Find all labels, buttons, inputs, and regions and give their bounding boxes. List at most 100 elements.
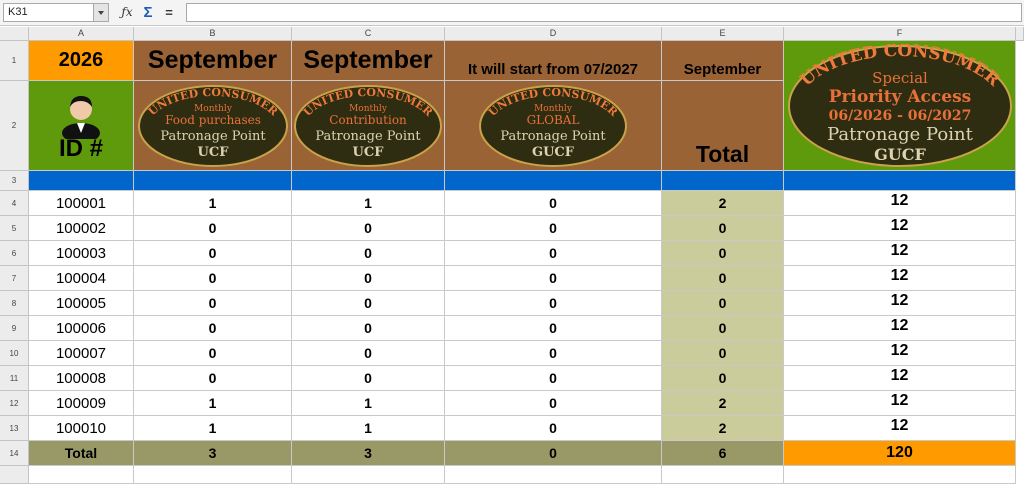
priority-points-cell[interactable]: 12: [784, 416, 1016, 441]
separator-cell[interactable]: [134, 171, 292, 191]
empty-cell[interactable]: [29, 466, 134, 484]
row-header-4[interactable]: 4: [0, 191, 29, 216]
food-points-cell[interactable]: 0: [134, 316, 292, 341]
id-cell[interactable]: 100005: [29, 291, 134, 316]
total-points-cell[interactable]: 0: [662, 266, 784, 291]
row-header-8[interactable]: 8: [0, 291, 29, 316]
total-points-cell[interactable]: 0: [662, 316, 784, 341]
global-points-cell[interactable]: 0: [445, 191, 662, 216]
id-cell[interactable]: 100007: [29, 341, 134, 366]
id-cell[interactable]: 100004: [29, 266, 134, 291]
total-food-points[interactable]: 3: [134, 441, 292, 466]
food-points-cell[interactable]: 0: [134, 366, 292, 391]
column-header-c[interactable]: C: [292, 27, 445, 41]
start-note-cell[interactable]: It will start from 07/2027: [445, 41, 662, 81]
separator-cell[interactable]: [29, 171, 134, 191]
empty-cell[interactable]: [134, 466, 292, 484]
global-points-cell[interactable]: 0: [445, 266, 662, 291]
total-row-label[interactable]: Total: [29, 441, 134, 466]
priority-points-cell[interactable]: 12: [784, 391, 1016, 416]
grand-total-points[interactable]: 6: [662, 441, 784, 466]
separator-cell[interactable]: [662, 171, 784, 191]
row-header-14[interactable]: 14: [0, 441, 29, 466]
total-contribution-points[interactable]: 3: [292, 441, 445, 466]
formula-button[interactable]: =: [159, 3, 179, 22]
contribution-points-cell[interactable]: 1: [292, 191, 445, 216]
priority-points-cell[interactable]: 12: [784, 291, 1016, 316]
row-header-2[interactable]: 2: [0, 81, 29, 171]
column-header-e[interactable]: E: [662, 27, 784, 41]
total-global-points[interactable]: 0: [445, 441, 662, 466]
sum-icon[interactable]: Σ: [138, 3, 158, 22]
name-box[interactable]: K31: [3, 3, 109, 22]
priority-access-cell[interactable]: UNITED CONSUMER Special Priority Access 06/…: [784, 41, 1016, 171]
total-points-cell[interactable]: 0: [662, 241, 784, 266]
total-points-cell[interactable]: 0: [662, 341, 784, 366]
priority-points-cell[interactable]: 12: [784, 216, 1016, 241]
id-cell[interactable]: 100006: [29, 316, 134, 341]
id-cell[interactable]: 100009: [29, 391, 134, 416]
separator-cell[interactable]: [292, 171, 445, 191]
food-points-cell[interactable]: 0: [134, 341, 292, 366]
food-points-cell[interactable]: 1: [134, 391, 292, 416]
food-points-cell[interactable]: 0: [134, 291, 292, 316]
priority-points-cell[interactable]: 12: [784, 341, 1016, 366]
row-header-next[interactable]: [0, 466, 29, 484]
total-points-cell[interactable]: 2: [662, 391, 784, 416]
column-header-f[interactable]: F: [784, 27, 1016, 41]
food-points-cell[interactable]: 0: [134, 241, 292, 266]
row-header-11[interactable]: 11: [0, 366, 29, 391]
total-header-cell[interactable]: Total: [662, 81, 784, 171]
global-points-cell[interactable]: 0: [445, 291, 662, 316]
row-header-1[interactable]: 1: [0, 41, 29, 81]
contribution-points-cell[interactable]: 1: [292, 391, 445, 416]
contribution-points-cell[interactable]: 0: [292, 316, 445, 341]
id-cell[interactable]: 100002: [29, 216, 134, 241]
id-cell[interactable]: 100008: [29, 366, 134, 391]
global-points-cell[interactable]: 0: [445, 316, 662, 341]
priority-points-cell[interactable]: 12: [784, 366, 1016, 391]
column-header-b[interactable]: B: [134, 27, 292, 41]
empty-cell[interactable]: [445, 466, 662, 484]
priority-points-cell[interactable]: 12: [784, 191, 1016, 216]
column-header-a[interactable]: A: [29, 27, 134, 41]
global-badge-cell[interactable]: UNITED CONSUMER Monthly GLOBAL Patronage Po…: [445, 81, 662, 171]
id-cell[interactable]: 100010: [29, 416, 134, 441]
empty-cell[interactable]: [784, 466, 1016, 484]
priority-points-cell[interactable]: 12: [784, 241, 1016, 266]
year-cell[interactable]: 2026: [29, 41, 134, 81]
contribution-points-cell[interactable]: 0: [292, 216, 445, 241]
id-cell[interactable]: 100003: [29, 241, 134, 266]
global-points-cell[interactable]: 0: [445, 341, 662, 366]
row-header-7[interactable]: 7: [0, 266, 29, 291]
column-header-d[interactable]: D: [445, 27, 662, 41]
id-cell[interactable]: 100001: [29, 191, 134, 216]
separator-cell[interactable]: [445, 171, 662, 191]
priority-points-cell[interactable]: 12: [784, 266, 1016, 291]
total-points-cell[interactable]: 0: [662, 291, 784, 316]
food-points-cell[interactable]: 0: [134, 266, 292, 291]
total-points-cell[interactable]: 0: [662, 366, 784, 391]
food-purchases-badge-cell[interactable]: UNITED CONSUMER Monthly Food purchases Patr…: [134, 81, 292, 171]
function-wizard-icon[interactable]: ƒx: [117, 3, 137, 22]
contribution-points-cell[interactable]: 0: [292, 341, 445, 366]
global-points-cell[interactable]: 0: [445, 216, 662, 241]
food-points-cell[interactable]: 0: [134, 216, 292, 241]
total-priority-points[interactable]: 120: [784, 441, 1016, 466]
empty-cell[interactable]: [292, 466, 445, 484]
priority-points-cell[interactable]: 12: [784, 316, 1016, 341]
row-header-3[interactable]: 3: [0, 171, 29, 191]
column-header-next[interactable]: [1016, 27, 1024, 41]
name-box-value[interactable]: K31: [8, 6, 28, 18]
row-header-6[interactable]: 6: [0, 241, 29, 266]
row-header-13[interactable]: 13: [0, 416, 29, 441]
formula-input[interactable]: [186, 3, 1022, 22]
global-points-cell[interactable]: 0: [445, 416, 662, 441]
month-cell-b[interactable]: September: [134, 41, 292, 81]
total-points-cell[interactable]: 2: [662, 191, 784, 216]
total-points-cell[interactable]: 0: [662, 216, 784, 241]
food-points-cell[interactable]: 1: [134, 191, 292, 216]
row-header-12[interactable]: 12: [0, 391, 29, 416]
contribution-points-cell[interactable]: 0: [292, 241, 445, 266]
food-points-cell[interactable]: 1: [134, 416, 292, 441]
